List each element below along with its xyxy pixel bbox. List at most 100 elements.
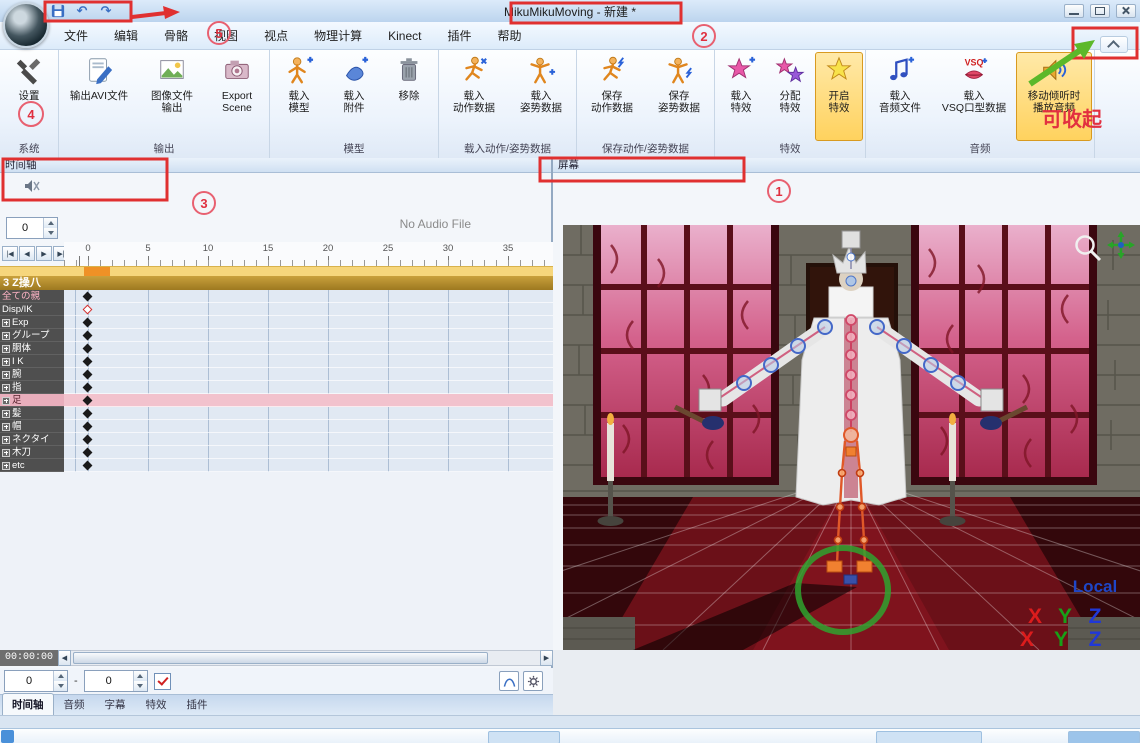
frame-spinner[interactable]: 0 [6, 217, 58, 239]
app-logo[interactable] [3, 2, 49, 48]
keyframe-diamond[interactable] [82, 421, 93, 432]
range-start-spinner[interactable]: 0 [4, 670, 68, 692]
next-frame-button[interactable]: ▶ [36, 246, 52, 261]
scrollbar-track[interactable] [71, 650, 540, 666]
keyframe-diamond[interactable] [82, 408, 93, 419]
timeline-panel-header[interactable]: 时间轴 [0, 158, 551, 173]
taskbar-item[interactable] [488, 731, 560, 743]
spinner-down-icon[interactable] [44, 228, 57, 238]
expand-icon[interactable] [2, 344, 10, 353]
expand-icon[interactable] [2, 331, 10, 340]
tab-subtitle[interactable]: 字幕 [95, 693, 136, 715]
keyframe-diamond[interactable] [82, 343, 93, 354]
timeline-row[interactable]: Exp [0, 316, 553, 329]
taskbar-item[interactable] [1068, 731, 1140, 743]
load-effect-button[interactable]: 载入 特效 [717, 52, 765, 141]
menu-plugin[interactable]: 插件 [435, 24, 483, 47]
export-scene-button[interactable]: Export Scene [207, 52, 267, 141]
save-pose-button[interactable]: 保存 姿势数据 [646, 52, 712, 141]
load-vsq-button[interactable]: VSQ 载入 VSQ口型数据 [933, 52, 1015, 141]
menu-physics[interactable]: 物理计算 [302, 24, 374, 47]
timeline-row[interactable]: 髪 [0, 407, 553, 420]
taskbar-start-button[interactable] [1, 730, 14, 743]
expand-icon[interactable] [2, 461, 10, 470]
keyframe-diamond[interactable] [82, 356, 93, 367]
timeline-row[interactable]: I K [0, 355, 553, 368]
menu-file[interactable]: 文件 [52, 24, 100, 47]
expand-icon[interactable] [2, 435, 10, 444]
menu-camera[interactable]: 视点 [252, 24, 300, 47]
audio-mute-icon[interactable] [24, 179, 40, 193]
screen-panel-header[interactable]: 屏幕 [553, 158, 1140, 173]
load-accessory-button[interactable]: 载入 附件 [327, 52, 381, 141]
load-pose-button[interactable]: 载入 姿势数据 [508, 52, 574, 141]
keyframe-diamond[interactable] [82, 317, 93, 328]
loop-checkbox[interactable] [153, 672, 171, 690]
settings-button[interactable]: 设置 [2, 52, 56, 141]
timeline-ruler[interactable]: 0 5 10 15 20 25 30 35 [64, 242, 553, 266]
keyframe-diamond[interactable] [82, 330, 93, 341]
timeline-row[interactable]: etc [0, 459, 553, 472]
spinner-up-icon[interactable] [44, 218, 57, 228]
tab-timeline[interactable]: 时间轴 [2, 693, 54, 715]
keyframe-diamond[interactable] [82, 395, 93, 406]
assign-effect-button[interactable]: 分配 特效 [766, 52, 814, 141]
expand-icon[interactable] [2, 448, 10, 457]
scrollbar-thumb[interactable] [73, 652, 488, 664]
scroll-right-icon[interactable]: ▶ [540, 650, 553, 666]
menu-kinect[interactable]: Kinect [376, 26, 433, 46]
expand-icon[interactable] [2, 396, 10, 405]
enable-effect-button[interactable]: 开启 特效 [815, 52, 863, 141]
keyframe-diamond[interactable] [82, 369, 93, 380]
expand-icon[interactable] [2, 370, 10, 379]
timeline-row-selected[interactable]: 足 [0, 394, 553, 407]
timeline-row[interactable]: 指 [0, 381, 553, 394]
export-avi-button[interactable]: 输出AVI文件 [61, 52, 137, 141]
taskbar-item[interactable] [876, 731, 982, 743]
timeline-row[interactable]: 胴体 [0, 342, 553, 355]
keyframe-diamond[interactable] [82, 434, 93, 445]
timeline-row[interactable]: 全ての親 [0, 290, 553, 303]
menu-help[interactable]: 帮助 [485, 24, 533, 47]
menu-view[interactable]: 视图 [202, 24, 250, 47]
keyframe-diamond[interactable] [82, 291, 93, 302]
maximize-button[interactable] [1090, 4, 1110, 18]
taskbar[interactable] [0, 728, 1140, 743]
viewport-3d[interactable]: Local X Y Z X Y Z [322, 225, 1140, 651]
expand-icon[interactable] [2, 383, 10, 392]
load-model-button[interactable]: 载入 模型 [272, 52, 326, 141]
remove-button[interactable]: 移除 [382, 52, 436, 141]
scroll-left-icon[interactable]: ◀ [58, 650, 71, 666]
timeline-row[interactable]: 木刀 [0, 446, 553, 459]
timeline-row[interactable]: グループ [0, 329, 553, 342]
prev-frame-button[interactable]: ◀ [19, 246, 35, 261]
menu-bone[interactable]: 骨骼 [152, 24, 200, 47]
timeline-row[interactable]: 帽 [0, 420, 553, 433]
settings-gear-button[interactable] [523, 671, 543, 691]
interpolation-curve-button[interactable] [499, 671, 519, 691]
save-motion-button[interactable]: 保存 动作数据 [579, 52, 645, 141]
first-frame-button[interactable]: |◀ [2, 246, 18, 261]
close-button[interactable] [1116, 4, 1136, 18]
tab-effect[interactable]: 特效 [136, 693, 177, 715]
load-audio-button[interactable]: 载入 音频文件 [868, 52, 932, 141]
tab-audio[interactable]: 音频 [54, 693, 95, 715]
expand-icon[interactable] [2, 422, 10, 431]
ribbon-collapse-button[interactable] [1100, 36, 1128, 53]
keyframe-diamond[interactable] [82, 382, 93, 393]
expand-icon[interactable] [2, 409, 10, 418]
range-end-spinner[interactable]: 0 [83, 670, 148, 692]
timeline-row[interactable]: ネクタイ [0, 433, 553, 446]
keyframe-diamond[interactable] [82, 460, 93, 471]
expand-icon[interactable] [2, 318, 10, 327]
load-motion-button[interactable]: 载入 动作数据 [441, 52, 507, 141]
tab-plugin[interactable]: 插件 [177, 693, 218, 715]
menu-edit[interactable]: 编辑 [102, 24, 150, 47]
timeline-row[interactable]: Disp/IK [0, 303, 553, 316]
export-image-button[interactable]: 图像文件 输出 [138, 52, 206, 141]
timeline-row[interactable]: 腕 [0, 368, 553, 381]
expand-icon[interactable] [2, 357, 10, 366]
keyframe-diamond[interactable] [82, 304, 93, 315]
keyframe-diamond[interactable] [82, 447, 93, 458]
play-audio-while-moving-button[interactable]: 移动倾听时 播放音频 [1016, 52, 1092, 141]
